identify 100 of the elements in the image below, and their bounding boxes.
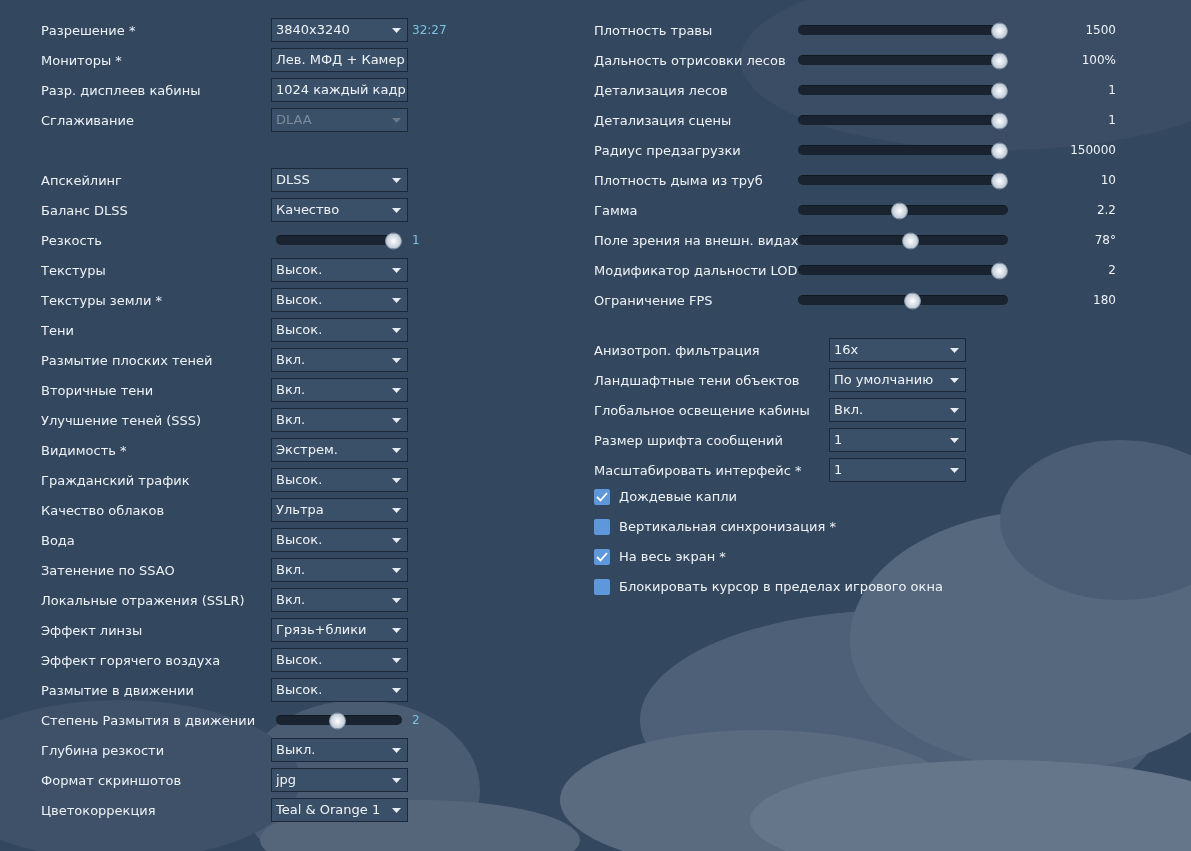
caret-icon xyxy=(392,387,401,393)
dropdown[interactable]: Высок. xyxy=(271,318,408,342)
caret-icon xyxy=(392,327,401,333)
dropdown[interactable]: Высок. xyxy=(271,468,408,492)
setting-label: Радиус предзагрузки xyxy=(594,143,741,158)
caret-icon xyxy=(392,207,401,213)
dropdown[interactable]: 1 xyxy=(829,458,966,482)
slider-value: 2.2 xyxy=(1095,202,1116,219)
setting-label: Поле зрения на внешн. видах xyxy=(594,233,799,248)
caret-icon xyxy=(392,297,401,303)
slider-value: 2 xyxy=(1107,262,1116,279)
caret-icon xyxy=(950,437,959,443)
dropdown[interactable]: 1 xyxy=(829,428,966,452)
caret-icon xyxy=(392,627,401,633)
setting-label: Формат скриншотов xyxy=(41,773,182,788)
setting-label: Детализация лесов xyxy=(594,83,728,98)
dropdown[interactable]: Вкл. xyxy=(271,558,408,582)
setting-label: Качество облаков xyxy=(41,503,165,518)
setting-label: Размытие в движении xyxy=(41,683,194,698)
check-icon xyxy=(596,552,608,562)
dropdown[interactable]: 3840x3240 xyxy=(271,18,408,42)
setting-label: Дальность отрисовки лесов xyxy=(594,53,786,68)
dropdown[interactable]: DLSS xyxy=(271,168,408,192)
checkbox-label: Вертикальная синхронизация * xyxy=(619,518,836,537)
dropdown[interactable]: Вкл. xyxy=(271,408,408,432)
caret-icon xyxy=(392,747,401,753)
setting-label: Эффект горячего воздуха xyxy=(41,653,221,668)
slider-value: 1 xyxy=(412,232,420,249)
setting-label: Ландшафтные тени объектов xyxy=(594,373,800,388)
setting-label: Цветокоррекция xyxy=(41,803,156,818)
setting-label: Тени xyxy=(41,323,74,338)
slider-value: 1500 xyxy=(1084,22,1116,39)
setting-label: Видимость * xyxy=(41,443,127,458)
checkbox[interactable] xyxy=(594,519,610,535)
setting-label: Ограничение FPS xyxy=(594,293,713,308)
checkbox-label: На весь экран * xyxy=(619,548,726,567)
setting-label: Степень Размытия в движении xyxy=(41,713,256,728)
dropdown[interactable]: Высок. xyxy=(271,678,408,702)
setting-label: Резкость xyxy=(41,233,102,248)
dropdown[interactable]: Высок. xyxy=(271,288,408,312)
caret-icon xyxy=(950,467,959,473)
checkbox[interactable] xyxy=(594,549,610,565)
dropdown[interactable]: Вкл. xyxy=(829,398,966,422)
caret-icon xyxy=(392,477,401,483)
caret-icon xyxy=(392,27,401,33)
caret-icon xyxy=(392,507,401,513)
dropdown[interactable]: Лев. МФД + Камер xyxy=(271,48,408,72)
setting-label: Плотность дыма из труб xyxy=(594,173,763,188)
dropdown[interactable]: Грязь+блики xyxy=(271,618,408,642)
caret-icon xyxy=(392,807,401,813)
caret-icon xyxy=(392,687,401,693)
setting-label: Плотность травы xyxy=(594,23,713,38)
slider-value: 10 xyxy=(1099,172,1116,189)
setting-label: Затенение по SSAO xyxy=(41,563,175,578)
caret-icon xyxy=(392,447,401,453)
setting-label: Детализация сцены xyxy=(594,113,732,128)
setting-label: Разр. дисплеев кабины xyxy=(41,83,201,98)
caret-icon xyxy=(950,407,959,413)
dropdown[interactable]: По умолчанию xyxy=(829,368,966,392)
dropdown[interactable]: Teal & Orange 1 xyxy=(271,798,408,822)
setting-label: Анизотроп. фильтрация xyxy=(594,343,760,358)
setting-label: Улучшение теней (SSS) xyxy=(41,413,202,428)
caret-icon xyxy=(950,347,959,353)
dropdown[interactable]: Ультра xyxy=(271,498,408,522)
setting-label: Глобальное освещение кабины xyxy=(594,403,810,418)
caret-icon xyxy=(392,117,401,123)
dropdown[interactable]: 1024 каждый кадр xyxy=(271,78,408,102)
setting-label: Размытие плоских теней xyxy=(41,353,213,368)
dropdown[interactable]: jpg xyxy=(271,768,408,792)
caret-icon xyxy=(392,537,401,543)
dropdown[interactable]: Экстрем. xyxy=(271,438,408,462)
dropdown[interactable]: Высок. xyxy=(271,528,408,552)
slider-value: 180 xyxy=(1092,292,1116,309)
dropdown[interactable]: Выкл. xyxy=(271,738,408,762)
setting-label: Баланс DLSS xyxy=(41,203,128,218)
caret-icon xyxy=(392,777,401,783)
checkbox[interactable] xyxy=(594,489,610,505)
setting-label: Гражданский трафик xyxy=(41,473,190,488)
setting-label: Вода xyxy=(41,533,75,548)
slider-value: 150000 xyxy=(1069,142,1116,159)
dropdown[interactable]: Высок. xyxy=(271,258,408,282)
setting-label: Масштабировать интерфейс * xyxy=(594,463,802,478)
setting-label: Мониторы * xyxy=(41,53,122,68)
setting-label: Глубина резкости xyxy=(41,743,165,758)
dropdown[interactable]: Высок. xyxy=(271,648,408,672)
setting-label: Вторичные тени xyxy=(41,383,154,398)
checkbox[interactable] xyxy=(594,579,610,595)
caret-icon xyxy=(392,597,401,603)
dropdown[interactable]: 16x xyxy=(829,338,966,362)
caret-icon xyxy=(392,567,401,573)
dropdown[interactable]: Вкл. xyxy=(271,348,408,372)
setting-label: Сглаживание xyxy=(41,113,134,128)
dropdown[interactable]: Вкл. xyxy=(271,588,408,612)
dropdown[interactable]: Качество xyxy=(271,198,408,222)
slider-value: 1 xyxy=(1107,112,1116,129)
checkbox-label: Дождевые капли xyxy=(619,488,737,507)
dropdown[interactable]: Вкл. xyxy=(271,378,408,402)
slider-value: 2 xyxy=(412,712,420,729)
setting-label: Текстуры xyxy=(41,263,106,278)
caret-icon xyxy=(392,657,401,663)
